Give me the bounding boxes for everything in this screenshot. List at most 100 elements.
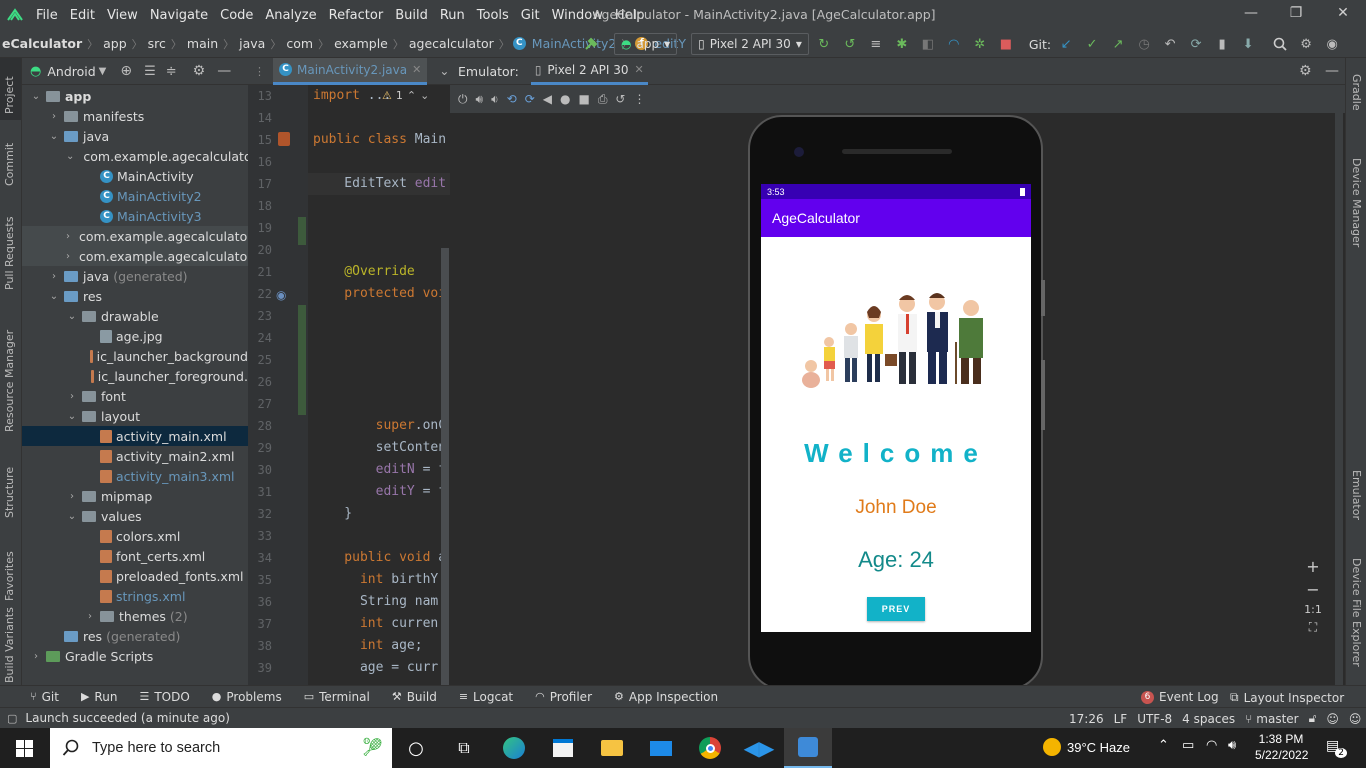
volume-down-icon[interactable]: 🔉︎ <box>491 92 499 107</box>
tree-item[interactable]: ⌄ layout <box>22 406 248 426</box>
store-icon[interactable] <box>539 728 587 768</box>
chevron-down-icon[interactable]: ⌄ <box>439 64 449 78</box>
volume-keys[interactable] <box>1041 360 1045 430</box>
breadcrumb-item[interactable]: app <box>101 36 129 51</box>
tree-item[interactable]: ⌄ java <box>22 126 248 146</box>
rotate-right-icon[interactable]: ⟳ <box>525 92 535 106</box>
restore-button[interactable]: ❐ <box>1286 5 1306 25</box>
tree-item[interactable]: activity_main.xml <box>22 426 248 446</box>
chevron-right-icon[interactable]: › <box>66 491 78 502</box>
tree-item[interactable]: age.jpg <box>22 326 248 346</box>
chevron-right-icon[interactable]: › <box>84 611 96 622</box>
sync-gradle-icon[interactable]: ⟳ <box>1185 33 1207 55</box>
status-panel-icon[interactable]: ▢ <box>7 712 17 725</box>
chevron-right-icon[interactable]: › <box>66 231 70 242</box>
file-encoding[interactable]: UTF-8 <box>1137 712 1172 726</box>
rotate-left-icon[interactable]: ⟲ <box>507 92 517 106</box>
prev-highlight-icon[interactable]: ⌃ <box>407 89 416 102</box>
tree-item[interactable]: strings.xml <box>22 586 248 606</box>
hide-panel-icon[interactable]: — <box>217 63 231 79</box>
debug-icon[interactable]: ✱ <box>891 33 913 55</box>
home-icon[interactable]: ● <box>560 92 570 106</box>
tree-item[interactable]: activity_main3.xml <box>22 466 248 486</box>
breadcrumb-item[interactable]: agecalculator <box>407 36 496 51</box>
gradle-tab[interactable]: Gradle <box>1350 74 1363 111</box>
run-config-select[interactable]: ◓ app ▾ <box>614 33 678 55</box>
tab-mainactivity2[interactable]: C MainActivity2.java ✕ <box>273 57 428 85</box>
class-gutter-icon[interactable] <box>278 132 290 146</box>
phone-screen[interactable]: 3:53 AgeCalculator Welcome John Doe Age:… <box>761 184 1031 632</box>
toolwindow-git[interactable]: ⑂ Git <box>30 690 59 704</box>
menu-view[interactable]: View <box>101 8 144 23</box>
tree-item[interactable]: C MainActivity <box>22 166 248 186</box>
power-icon[interactable]: ⏻ <box>458 92 468 107</box>
caret-position[interactable]: 17:26 <box>1069 712 1104 726</box>
prev-button[interactable]: PREV <box>867 597 925 621</box>
tree-item[interactable]: C MainActivity3 <box>22 206 248 226</box>
volume-up-icon[interactable]: 🔊︎ <box>476 92 484 107</box>
close-button[interactable]: ✕ <box>1333 5 1353 25</box>
tree-item[interactable]: › com.example.agecalculator <box>22 246 248 266</box>
history-icon[interactable]: ◷ <box>1133 33 1155 55</box>
editor-scrollbar[interactable] <box>441 248 449 685</box>
tree-item[interactable]: activity_main2.xml <box>22 446 248 466</box>
toolwindow-logcat[interactable]: ≡ Logcat <box>459 690 513 704</box>
menu-build[interactable]: Build <box>389 8 434 23</box>
wifi-icon[interactable]: ◠ <box>1206 738 1217 753</box>
tab-menu-icon[interactable]: ⋮ <box>254 65 265 78</box>
commit-tab[interactable]: Commit <box>3 143 16 186</box>
chevron-down-icon[interactable]: ⌄ <box>66 411 78 422</box>
tree-item[interactable]: colors.xml <box>22 526 248 546</box>
project-tab[interactable]: Project <box>3 76 16 114</box>
zoom-in-icon[interactable]: + <box>1306 557 1319 576</box>
breadcrumb-item[interactable]: main <box>185 36 220 51</box>
git-branch[interactable]: master <box>1256 712 1298 726</box>
lock-icon[interactable]: 🔓︎ <box>1309 711 1317 726</box>
tree-item[interactable]: › java (generated) <box>22 266 248 286</box>
zoom-out-icon[interactable]: − <box>1306 580 1319 599</box>
collapse-all-icon[interactable]: ≑ <box>166 64 177 79</box>
chevron-right-icon[interactable]: › <box>66 251 70 262</box>
rollback-icon[interactable]: ↶ <box>1159 33 1181 55</box>
breadcrumb-item[interactable]: src <box>146 36 168 51</box>
chevron-down-icon[interactable]: ⌄ <box>66 511 78 522</box>
layout-inspector-button[interactable]: ⧉ Layout Inspector <box>1230 690 1344 705</box>
device-file-explorer-tab[interactable]: Device File Explorer <box>1350 558 1363 667</box>
tree-item[interactable]: › com.example.agecalculator <box>22 226 248 246</box>
favorites-tab[interactable]: Favorites <box>3 551 16 601</box>
git-commit-icon[interactable]: ✓ <box>1081 33 1103 55</box>
weather-widget[interactable]: 39°C Haze <box>1043 738 1130 756</box>
snapshot-icon[interactable]: ↺ <box>615 92 625 106</box>
menu-edit[interactable]: Edit <box>64 8 101 23</box>
toolwindow-problems[interactable]: ● Problems <box>212 690 282 704</box>
menu-analyze[interactable]: Analyze <box>259 8 322 23</box>
user-icon[interactable]: ◉ <box>1321 33 1343 55</box>
rerun-icon[interactable]: ↻ <box>813 33 835 55</box>
pull-requests-tab[interactable]: Pull Requests <box>3 217 16 290</box>
chevron-right-icon[interactable]: › <box>30 651 42 662</box>
structure-tab[interactable]: Structure <box>3 467 16 518</box>
chevron-down-icon[interactable]: ⌄ <box>66 311 78 322</box>
edge-icon[interactable] <box>490 728 538 768</box>
menu-code[interactable]: Code <box>214 8 259 23</box>
tree-item[interactable]: › Gradle Scripts <box>22 646 248 666</box>
chevron-down-icon[interactable]: ⌄ <box>48 291 60 302</box>
windows-start-icon[interactable] <box>0 728 48 768</box>
toolwindow-profiler[interactable]: ◠ Profiler <box>535 690 592 704</box>
taskbar-search-box[interactable]: Type here to search 🎾︎ <box>50 728 392 768</box>
toolwindow-todo[interactable]: ☰ TODO <box>139 690 189 704</box>
apply-changes-icon[interactable]: ↺ <box>839 33 861 55</box>
tree-item[interactable]: C MainActivity2 <box>22 186 248 206</box>
menu-tools[interactable]: Tools <box>471 8 515 23</box>
indent-setting[interactable]: 4 spaces <box>1182 712 1235 726</box>
chevron-right-icon[interactable]: › <box>66 391 78 402</box>
menu-file[interactable]: File <box>30 8 64 23</box>
menu-navigate[interactable]: Navigate <box>144 8 214 23</box>
tree-item[interactable]: ⌄ drawable <box>22 306 248 326</box>
tree-item[interactable]: ⌄ values <box>22 506 248 526</box>
breadcrumb-item[interactable]: example <box>332 36 390 51</box>
next-highlight-icon[interactable]: ⌄ <box>420 89 429 102</box>
chevron-down-icon[interactable]: ⌄ <box>30 91 42 102</box>
tree-item[interactable]: font_certs.xml <box>22 546 248 566</box>
debug-attach-icon[interactable]: ✲ <box>969 33 991 55</box>
